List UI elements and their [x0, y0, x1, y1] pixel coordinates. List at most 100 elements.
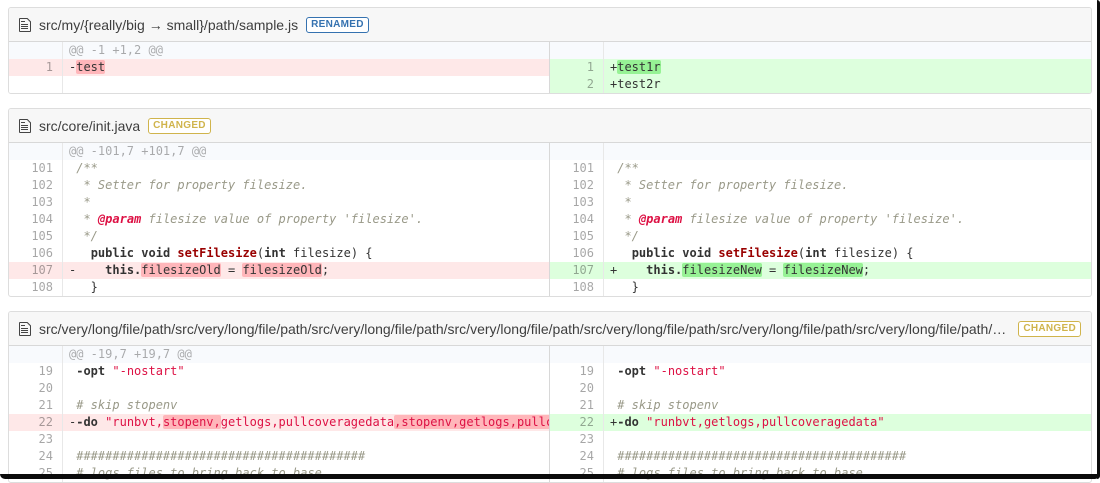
file-header[interactable]: src/core/init.javaCHANGED — [9, 109, 1091, 143]
code-segment: setFilesize — [177, 246, 256, 260]
file-name: src/my/{really/big → small}/path/sample.… — [39, 17, 298, 33]
code-segment: stopenv, — [163, 415, 221, 429]
line-number: 104 — [572, 212, 594, 226]
code-segment: @param — [98, 212, 141, 226]
line-number-cell: 108 — [9, 279, 63, 296]
diff-row: 104 * @param filesize value of property … — [9, 211, 1091, 228]
diff-half-left: 108 } — [9, 279, 550, 296]
line-number-cell: 105 — [9, 228, 63, 245]
code-segment: * Setter for property filesize. — [76, 178, 307, 192]
code-segment: * Setter for property filesize. — [617, 178, 848, 192]
diff-half-left: 23 — [9, 431, 550, 448]
line-number: 21 — [580, 398, 594, 412]
code-segment: -opt — [617, 364, 646, 378]
diff-half-left: 24 #####################################… — [9, 448, 550, 465]
diff-row: 108 }108 } — [9, 279, 1091, 296]
diff-row: 103 *103 * — [9, 194, 1091, 211]
code-segment: int — [264, 246, 286, 260]
code-cell: public void setFilesize(int filesize) { — [63, 245, 550, 262]
diff-prefix — [69, 381, 76, 395]
file-name: src/very/long/file/path/src/very/long/fi… — [39, 321, 1010, 337]
line-number-cell: 21 — [550, 397, 604, 414]
code-segment: public — [91, 246, 134, 260]
diff-row: 24 #####################################… — [9, 448, 1091, 465]
diff-half-right: 104 * @param filesize value of property … — [550, 211, 1091, 228]
diff-half-right — [550, 346, 1091, 363]
hunk-header-cell — [604, 143, 1091, 160]
line-number: 107 — [572, 263, 594, 277]
file-status-badge: CHANGED — [1018, 321, 1081, 337]
hunk-header-text: @@ -101,7 +101,7 @@ — [69, 144, 206, 158]
diff-half-right: 103 * — [550, 194, 1091, 211]
code-segment: this. — [105, 263, 141, 277]
line-number-cell: 20 — [550, 380, 604, 397]
file-header[interactable]: src/my/{really/big → small}/path/sample.… — [9, 8, 1091, 42]
code-segment: filesize) { — [286, 246, 373, 260]
code-cell: +-do "runbvt,getlogs,pullcoveragedata" — [604, 414, 1091, 431]
code-segment — [617, 263, 646, 277]
code-segment: * — [617, 195, 631, 209]
code-cell: } — [63, 279, 550, 296]
diff-prefix — [610, 381, 617, 395]
code-segment: "-nostart" — [112, 364, 184, 378]
diff-half-left: 106 public void setFilesize(int filesize… — [9, 245, 550, 262]
diff-viewer: { "colors": { "renamed_badge": "#3572b0"… — [0, 0, 1100, 479]
line-number-cell: 1 — [9, 59, 63, 76]
hunk-header-cell: @@ -1 +1,2 @@ — [63, 42, 550, 59]
file-status-badge: CHANGED — [148, 118, 211, 134]
diff-half-right: 2+test2r — [550, 76, 1091, 93]
line-number-cell: 102 — [550, 177, 604, 194]
diff-half-right: 107+ this.filesizeNew = filesizeNew; — [550, 262, 1091, 279]
diff-half-right: 24 #####################################… — [550, 448, 1091, 465]
line-number: 106 — [31, 246, 53, 260]
code-segment: = — [762, 263, 784, 277]
line-number: 1 — [46, 60, 53, 74]
code-cell — [604, 431, 1091, 448]
diff-row: 106 public void setFilesize(int filesize… — [9, 245, 1091, 262]
line-number: 23 — [39, 432, 53, 446]
code-segment: test — [76, 60, 105, 74]
line-number-cell: 106 — [550, 245, 604, 262]
line-number-cell — [9, 346, 63, 363]
code-segment: filesizeOld — [242, 263, 321, 277]
line-number-cell: 23 — [550, 431, 604, 448]
code-cell: * — [604, 194, 1091, 211]
file-diff-panel: src/very/long/file/path/src/very/long/fi… — [8, 311, 1092, 483]
code-segment: filesizeNew — [783, 263, 862, 277]
diff-row: @@ -1 +1,2 @@ — [9, 42, 1091, 59]
code-segment: /** — [617, 161, 639, 175]
line-number-cell: 107 — [9, 262, 63, 279]
code-segment: filesizeNew — [682, 263, 761, 277]
line-number: 20 — [39, 381, 53, 395]
code-segment: ,stopenv,getlogs,pullcoveragedata" — [394, 415, 550, 429]
file-header[interactable]: src/very/long/file/path/src/very/long/fi… — [9, 312, 1091, 346]
diff-row: 20 20 — [9, 380, 1091, 397]
diff-half-right: 21 # skip stopenv — [550, 397, 1091, 414]
code-segment: -do — [76, 415, 98, 429]
line-number: 103 — [572, 195, 594, 209]
line-number-cell: 20 — [9, 380, 63, 397]
code-segment: } — [617, 280, 639, 294]
line-number: 20 — [580, 381, 594, 395]
code-segment: * — [617, 212, 639, 226]
code-segment: setFilesize — [718, 246, 797, 260]
line-number-cell: 19 — [550, 363, 604, 380]
diff-row: 101 /**101 /** — [9, 160, 1091, 177]
code-cell: */ — [604, 228, 1091, 245]
diff-row: 23 23 — [9, 431, 1091, 448]
line-number-cell: 101 — [9, 160, 63, 177]
code-cell: ######################################## — [604, 448, 1091, 465]
line-number-cell: 23 — [9, 431, 63, 448]
code-cell: # skip stopenv — [604, 397, 1091, 414]
code-segment — [76, 246, 90, 260]
hunk-header-cell: @@ -101,7 +101,7 @@ — [63, 143, 550, 160]
diff-row: 21 # skip stopenv21 # skip stopenv — [9, 397, 1091, 414]
code-segment: void — [141, 246, 170, 260]
line-number: 2 — [587, 77, 594, 91]
diff-row: 107- this.filesizeOld = filesizeOld;107+… — [9, 262, 1091, 279]
diff-row: 102 * Setter for property filesize.102 *… — [9, 177, 1091, 194]
diff-row: 22--do "runbvt,stopenv,getlogs,pullcover… — [9, 414, 1091, 431]
line-number: 101 — [31, 161, 53, 175]
diff-half-left: 21 # skip stopenv — [9, 397, 550, 414]
diff-half-right: 22+-do "runbvt,getlogs,pullcoveragedata" — [550, 414, 1091, 431]
